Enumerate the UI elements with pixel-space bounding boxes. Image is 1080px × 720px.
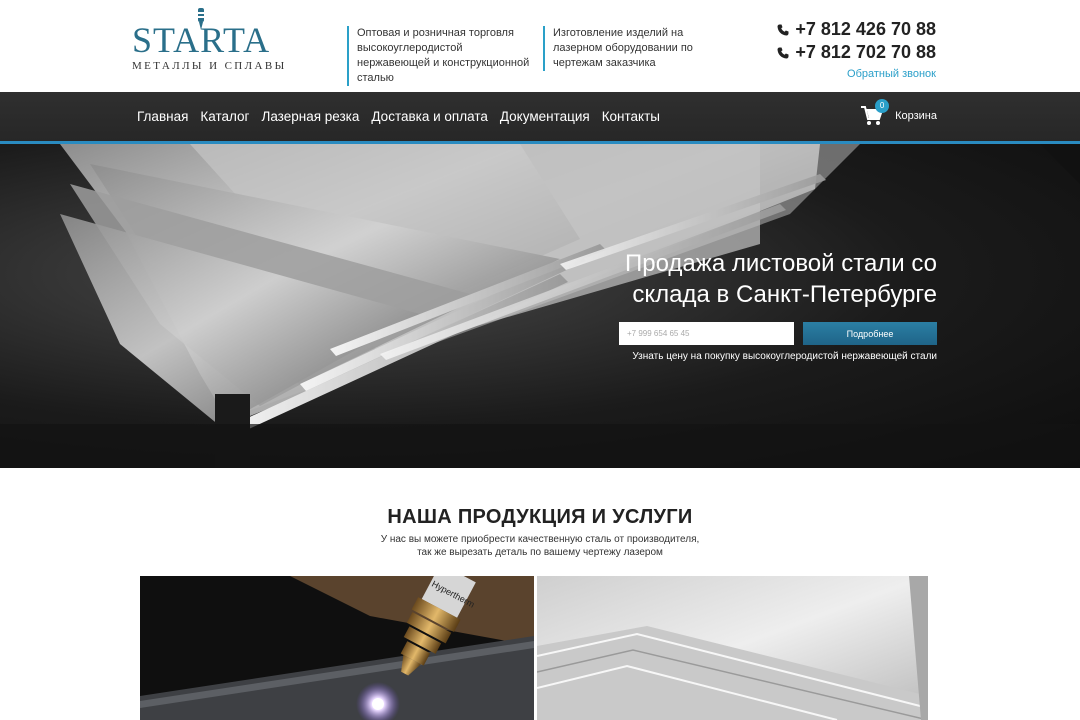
nav-item-delivery[interactable]: Доставка и оплата [371, 109, 487, 124]
phone-line-1[interactable]: +7 812 426 70 88 [777, 18, 936, 41]
logo-subtitle: МЕТАЛЛЫ И СПЛАВЫ [132, 60, 287, 72]
phone-input[interactable] [619, 322, 794, 345]
steel-sheet-image [537, 576, 928, 720]
cart-icon: 0 [861, 99, 890, 126]
nav-item-catalog[interactable]: Каталог [200, 109, 249, 124]
tagline-laser: Изготовление изделий на лазерном оборудо… [543, 26, 733, 71]
site-header: STARTA МЕТАЛЛЫ И СПЛАВЫ Оптовая и рознич… [0, 0, 1080, 92]
nav-item-home[interactable]: Главная [137, 109, 188, 124]
products-subtitle-line-1: У нас вы можете приобрести качественную … [380, 534, 700, 545]
main-nav: Главная Каталог Лазерная резка Доставка … [0, 92, 1080, 144]
cart-label: Корзина [895, 110, 937, 122]
product-card-steel-sheet[interactable] [537, 576, 928, 720]
products-subtitle-line-2: так же вырезать деталь по вашему чертежу… [417, 547, 663, 558]
cart-button[interactable]: 0 Корзина [861, 99, 937, 126]
tagline-trade: Оптовая и розничная торговля высокоуглер… [347, 26, 537, 86]
phone-icon [777, 47, 789, 58]
products-section-subtitle: У нас вы можете приобрести качественную … [0, 533, 1080, 559]
products-section-title: НАША ПРОДУКЦИЯ И УСЛУГИ [387, 506, 693, 528]
logo-wordmark: STARTA [132, 20, 271, 60]
hero-title: Продажа листовой стали со склада в Санкт… [625, 250, 937, 308]
contact-phones: +7 812 426 70 88 +7 812 702 70 88 Обратн… [777, 18, 936, 82]
callback-link[interactable]: Обратный звонок [847, 68, 936, 80]
phone-line-2[interactable]: +7 812 702 70 88 [777, 41, 936, 64]
hero-form: Подробнее [619, 322, 937, 345]
laser-torch-image: Hypertherm [140, 576, 534, 720]
nav-item-documents[interactable]: Документация [500, 109, 590, 124]
nav-item-laser-cutting[interactable]: Лазерная резка [261, 109, 359, 124]
phone-number-2: +7 812 702 70 88 [795, 42, 936, 62]
hero-banner: Продажа листовой стали со склада в Санкт… [0, 144, 1080, 468]
phone-number-1: +7 812 426 70 88 [795, 19, 936, 39]
nav-menu: Главная Каталог Лазерная резка Доставка … [137, 92, 672, 141]
product-card-laser-cutting[interactable]: Hypertherm [140, 576, 534, 720]
more-details-button[interactable]: Подробнее [803, 322, 937, 345]
phone-icon [777, 24, 789, 35]
cart-count-badge: 0 [875, 99, 890, 113]
site-logo[interactable]: STARTA МЕТАЛЛЫ И СПЛАВЫ [132, 8, 284, 74]
hero-note: Узнать цену на покупку высокоуглеродисто… [632, 351, 937, 362]
nav-item-contacts[interactable]: Контакты [602, 109, 660, 124]
